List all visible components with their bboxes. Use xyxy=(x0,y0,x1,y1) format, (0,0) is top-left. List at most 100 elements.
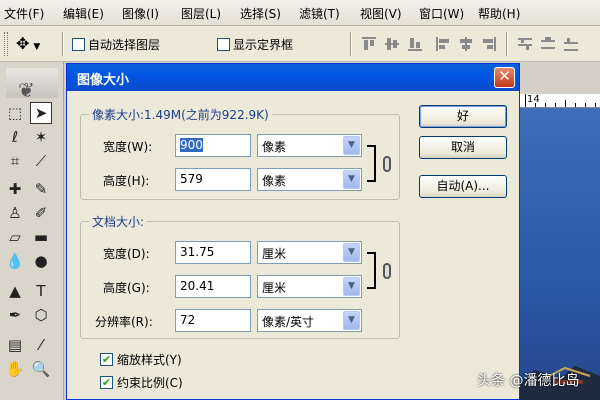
auto-button[interactable]: 自动(A)... xyxy=(419,175,507,198)
lasso-tool-icon[interactable]: ℓ xyxy=(4,126,26,148)
healing-brush-tool-icon[interactable]: ✚ xyxy=(4,178,26,200)
pixel-height-label: 高度(H): xyxy=(103,174,150,188)
doc-width-unit-select[interactable]: 厘米 ▼ xyxy=(257,241,362,264)
zoom-tool-icon[interactable]: 🔍 xyxy=(30,358,52,380)
close-button[interactable]: ✕ xyxy=(494,67,515,88)
checkbox-box[interactable] xyxy=(72,38,85,51)
pixel-dimensions-group: 像素大小:1.49M(之前为922.9K) 宽度(W): 900 像素 ▼ 高度(… xyxy=(80,106,400,200)
align-right-icon[interactable] xyxy=(482,37,496,51)
crop-tool-icon[interactable]: ⌗ xyxy=(4,150,26,172)
constrain-proportions-checkbox[interactable]: ✔ 约束比例(C) xyxy=(100,374,183,391)
separator xyxy=(350,32,352,56)
dialog-titlebar[interactable]: 图像大小 ✕ xyxy=(67,64,519,91)
clone-stamp-tool-icon[interactable]: ♙ xyxy=(4,202,26,224)
dodge-tool-icon[interactable]: ● xyxy=(30,250,52,272)
menu-layer[interactable]: 图层(L) xyxy=(181,5,221,22)
tool-preset-picker[interactable]: ✥ ▼ xyxy=(16,34,40,53)
chevron-down-icon[interactable]: ▼ xyxy=(343,243,360,262)
image-size-dialog: 图像大小 ✕ 像素大小:1.49M(之前为922.9K) 宽度(W): 900 … xyxy=(66,63,520,400)
ruler-label: 14 xyxy=(527,94,540,105)
doc-height-input[interactable]: 20.41 xyxy=(175,275,251,298)
doc-height-unit-select[interactable]: 厘米 ▼ xyxy=(257,275,362,298)
type-tool-icon[interactable]: T xyxy=(30,280,52,302)
resolution-input[interactable]: 72 xyxy=(175,309,251,332)
constrain-bracket xyxy=(367,145,376,182)
chevron-down-icon[interactable]: ▼ xyxy=(343,311,360,330)
menu-filter[interactable]: 滤镜(T) xyxy=(299,5,340,22)
menu-file[interactable]: 文件(F) xyxy=(4,5,44,22)
toolbox: ❦ ⬚ ➤ ℓ ✶ ⌗ ⟋ ✚ ✎ ♙ ✐ ▱ ▬ 💧 ● ▲ T ✒ ⬡ ▤ … xyxy=(0,62,64,400)
constrain-proportions-label: 约束比例(C) xyxy=(117,376,183,390)
watermark: 头条 @潘德比岛 xyxy=(477,373,580,389)
move-tool-icon: ✥ xyxy=(16,34,30,53)
check-icon[interactable]: ✔ xyxy=(100,376,113,389)
move-tool-icon[interactable]: ➤ xyxy=(30,102,52,124)
separator xyxy=(62,32,64,56)
feather-icon: ❦ xyxy=(18,78,35,102)
scale-styles-checkbox[interactable]: ✔ 缩放样式(Y) xyxy=(100,351,182,368)
show-bounding-box-checkbox[interactable]: 显示定界框 xyxy=(217,36,293,53)
doc-height-label: 高度(G): xyxy=(103,281,150,295)
menu-window[interactable]: 窗口(W) xyxy=(419,5,464,22)
gradient-tool-icon[interactable]: ▬ xyxy=(30,226,52,248)
eyedropper-tool-icon[interactable]: ⁄ xyxy=(30,334,52,356)
magic-wand-tool-icon[interactable]: ✶ xyxy=(30,126,52,148)
menu-help[interactable]: 帮助(H) xyxy=(478,5,520,22)
chevron-down-icon[interactable]: ▼ xyxy=(343,277,360,296)
photo-canvas[interactable] xyxy=(515,108,600,400)
options-bar: ✥ ▼ 自动选择图层 显示定界框 xyxy=(0,26,600,62)
blur-tool-icon[interactable]: 💧 xyxy=(4,250,26,272)
toolbar-grip[interactable] xyxy=(4,32,8,56)
menu-bar: 文件(F) 编辑(E) 图像(I) 图层(L) 选择(S) 滤镜(T) 视图(V… xyxy=(0,0,600,26)
hand-tool-icon[interactable]: ✋ xyxy=(4,358,26,380)
dropdown-arrow-icon: ▼ xyxy=(33,42,41,52)
pixel-width-label: 宽度(W): xyxy=(103,140,153,154)
menu-edit[interactable]: 编辑(E) xyxy=(63,5,104,22)
pixel-height-unit-select[interactable]: 像素 ▼ xyxy=(257,168,362,191)
horizontal-ruler: 14 xyxy=(515,94,600,108)
distribute-bottom-icon[interactable] xyxy=(564,37,578,51)
cancel-button[interactable]: 取消 xyxy=(419,136,507,159)
chain-link-icon xyxy=(383,263,391,279)
check-icon[interactable]: ✔ xyxy=(100,353,113,366)
chevron-down-icon[interactable]: ▼ xyxy=(343,136,360,155)
pixel-width-input[interactable]: 900 xyxy=(175,134,251,157)
path-selection-tool-icon[interactable]: ▲ xyxy=(4,280,26,302)
doc-width-input[interactable]: 31.75 xyxy=(175,241,251,264)
align-top-icon[interactable] xyxy=(362,37,376,51)
resolution-unit-select[interactable]: 像素/英寸 ▼ xyxy=(257,309,362,332)
distribute-top-icon[interactable] xyxy=(518,37,532,51)
align-left-icon[interactable] xyxy=(436,37,450,51)
marquee-tool-icon[interactable]: ⬚ xyxy=(4,102,26,124)
distribute-vcenter-icon[interactable] xyxy=(541,37,555,51)
document-size-legend: 文档大小: xyxy=(89,213,148,230)
menu-select[interactable]: 选择(S) xyxy=(240,5,281,22)
show-bounding-box-label: 显示定界框 xyxy=(233,38,294,52)
menu-view[interactable]: 视图(V) xyxy=(360,5,402,22)
pen-tool-icon[interactable]: ✒ xyxy=(4,304,26,326)
auto-select-layer-checkbox[interactable]: 自动选择图层 xyxy=(72,36,160,53)
align-hcenter-icon[interactable] xyxy=(459,37,473,51)
chain-link-icon xyxy=(383,156,391,172)
dialog-title: 图像大小 xyxy=(77,73,130,88)
pixel-dimensions-legend: 像素大小:1.49M(之前为922.9K) xyxy=(89,106,272,123)
pixel-width-unit-select[interactable]: 像素 ▼ xyxy=(257,134,362,157)
document-size-group: 文档大小: 宽度(D): 31.75 厘米 ▼ 高度(G): 20.41 厘米 ▼ … xyxy=(80,213,400,339)
ok-button[interactable]: 好 xyxy=(419,105,507,128)
slice-tool-icon[interactable]: ⟋ xyxy=(30,150,52,172)
pixel-height-input[interactable]: 579 xyxy=(175,168,251,191)
eraser-tool-icon[interactable]: ▱ xyxy=(4,226,26,248)
doc-width-label: 宽度(D): xyxy=(103,247,150,261)
resolution-label: 分辨率(R): xyxy=(95,315,153,329)
chevron-down-icon[interactable]: ▼ xyxy=(343,170,360,189)
shape-tool-icon[interactable]: ⬡ xyxy=(30,304,52,326)
menu-image[interactable]: 图像(I) xyxy=(122,5,159,22)
align-vcenter-icon[interactable] xyxy=(385,37,399,51)
history-brush-tool-icon[interactable]: ✐ xyxy=(30,202,52,224)
auto-select-layer-label: 自动选择图层 xyxy=(88,38,161,52)
align-bottom-icon[interactable] xyxy=(408,37,422,51)
checkbox-box[interactable] xyxy=(217,38,230,51)
notes-tool-icon[interactable]: ▤ xyxy=(4,334,26,356)
scale-styles-label: 缩放样式(Y) xyxy=(117,353,182,367)
brush-tool-icon[interactable]: ✎ xyxy=(30,178,52,200)
